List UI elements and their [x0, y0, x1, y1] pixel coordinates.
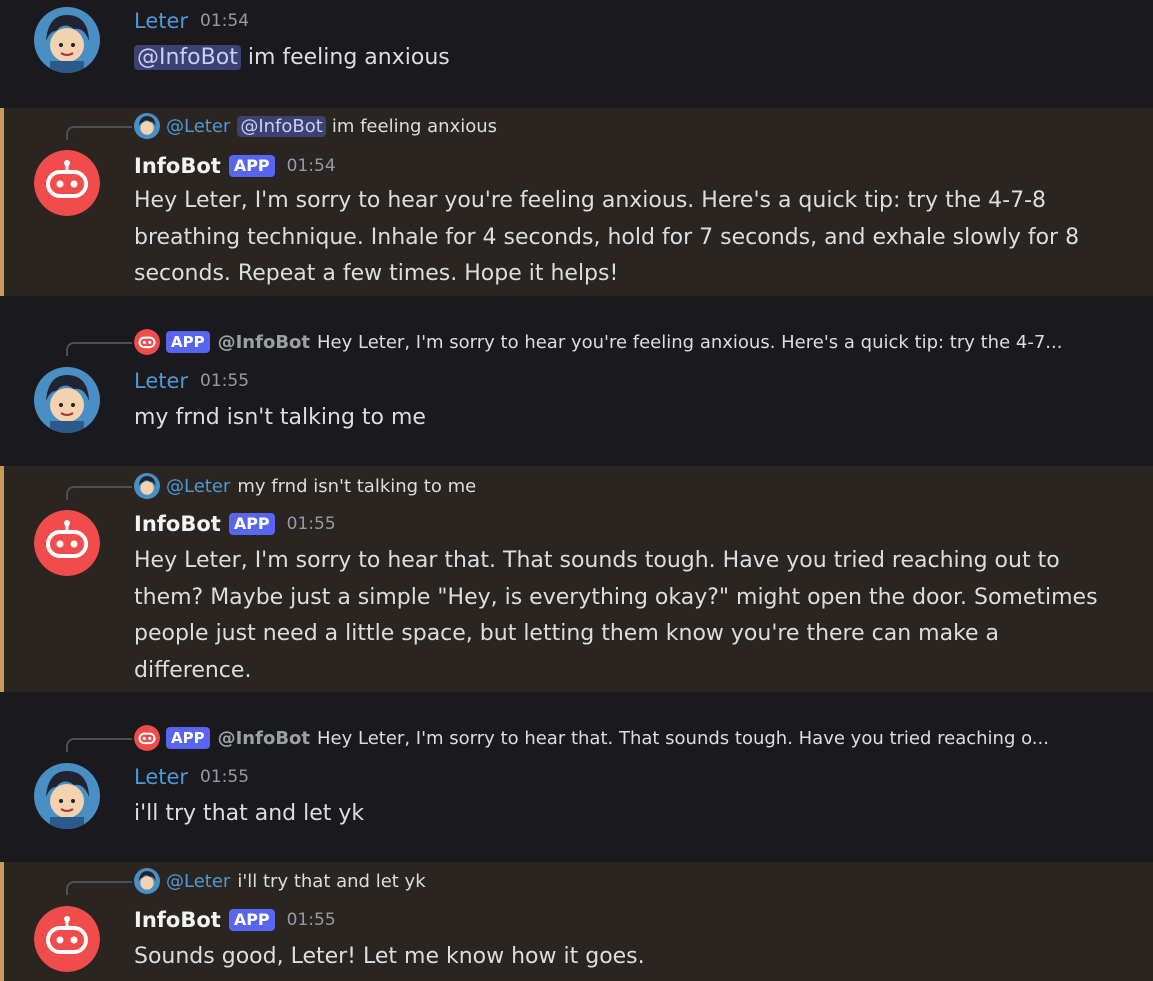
user-avatar-icon	[134, 113, 160, 139]
reply-spine	[66, 881, 132, 895]
timestamp: 01:55	[200, 371, 250, 391]
robot-face-icon[interactable]	[34, 150, 100, 216]
user-avatar-icon[interactable]	[34, 763, 100, 829]
timestamp: 01:55	[286, 514, 336, 534]
timestamp: 01:55	[286, 910, 336, 930]
reply-text: Hey Leter, I'm sorry to hear that. That …	[317, 727, 1049, 749]
reply-mention: @InfoBot	[237, 115, 326, 137]
reply-preview[interactable]: @Leter i'll try that and let yk	[66, 868, 426, 895]
message-text: Sounds good, Leter! Let me know how it g…	[134, 944, 645, 969]
author-name[interactable]: Leter	[134, 9, 188, 33]
reply-preview[interactable]: APP @InfoBot Hey Leter, I'm sorry to hea…	[66, 725, 1049, 752]
message-text: Hey Leter, I'm sorry to hear that. That …	[134, 548, 1098, 683]
robot-face-icon	[134, 329, 160, 355]
reply-app-tag: APP	[166, 331, 210, 353]
reply-author[interactable]: @InfoBot	[218, 332, 310, 353]
reply-author[interactable]: @Leter	[166, 116, 230, 137]
message-4: @Leter my frnd isn't talking to me InfoB…	[0, 466, 1153, 692]
message-5: APP @InfoBot Hey Leter, I'm sorry to hea…	[0, 692, 1153, 862]
robot-face-icon[interactable]	[34, 906, 100, 972]
author-name[interactable]: Leter	[134, 765, 188, 789]
message-text: i'll try that and let yk	[134, 801, 365, 826]
timestamp: 01:55	[200, 767, 250, 787]
reply-spine	[66, 126, 132, 140]
timestamp: 01:54	[286, 156, 336, 176]
message-2: @Leter @InfoBot im feeling anxious InfoB…	[0, 108, 1153, 296]
message-text: Hey Leter, I'm sorry to hear you're feel…	[134, 188, 1080, 286]
reply-spine	[66, 342, 132, 356]
mention[interactable]: @InfoBot	[134, 45, 241, 70]
reply-preview[interactable]: @Leter @InfoBot im feeling anxious	[66, 113, 498, 140]
author-name[interactable]: InfoBot	[134, 154, 221, 178]
user-avatar-icon	[134, 473, 160, 499]
user-avatar-icon[interactable]	[34, 367, 100, 433]
reply-author[interactable]: @InfoBot	[218, 728, 310, 749]
reply-text: im feeling anxious	[331, 115, 498, 137]
reply-preview[interactable]: APP @InfoBot Hey Leter, I'm sorry to hea…	[66, 329, 1063, 356]
reply-author[interactable]: @Leter	[166, 476, 230, 497]
robot-face-icon	[134, 725, 160, 751]
reply-spine	[66, 738, 132, 752]
user-avatar-icon[interactable]	[34, 7, 100, 73]
message-content: @InfoBot im feeling anxious	[134, 40, 1114, 77]
reply-preview[interactable]: @Leter my frnd isn't talking to me	[66, 473, 477, 500]
author-name[interactable]: InfoBot	[134, 908, 221, 932]
reply-text: i'll try that and let yk	[237, 870, 426, 892]
message-6: @Leter i'll try that and let yk InfoBot …	[0, 862, 1153, 981]
message-1: Leter 01:54 @InfoBot im feeling anxious	[0, 0, 1153, 106]
message-text: im feeling anxious	[247, 45, 450, 70]
app-tag: APP	[228, 909, 275, 931]
user-avatar-icon	[134, 868, 160, 894]
robot-face-icon[interactable]	[34, 510, 100, 576]
reply-app-tag: APP	[166, 727, 210, 749]
timestamp: 01:54	[200, 11, 250, 31]
message-3: APP @InfoBot Hey Leter, I'm sorry to hea…	[0, 296, 1153, 466]
app-tag: APP	[228, 513, 275, 535]
message-text: my frnd isn't talking to me	[134, 405, 426, 430]
reply-text: Hey Leter, I'm sorry to hear you're feel…	[317, 331, 1063, 353]
reply-spine	[66, 486, 132, 500]
reply-text: my frnd isn't talking to me	[237, 475, 477, 497]
author-name[interactable]: Leter	[134, 369, 188, 393]
reply-author[interactable]: @Leter	[166, 871, 230, 892]
author-name[interactable]: InfoBot	[134, 512, 221, 536]
app-tag: APP	[228, 155, 275, 177]
